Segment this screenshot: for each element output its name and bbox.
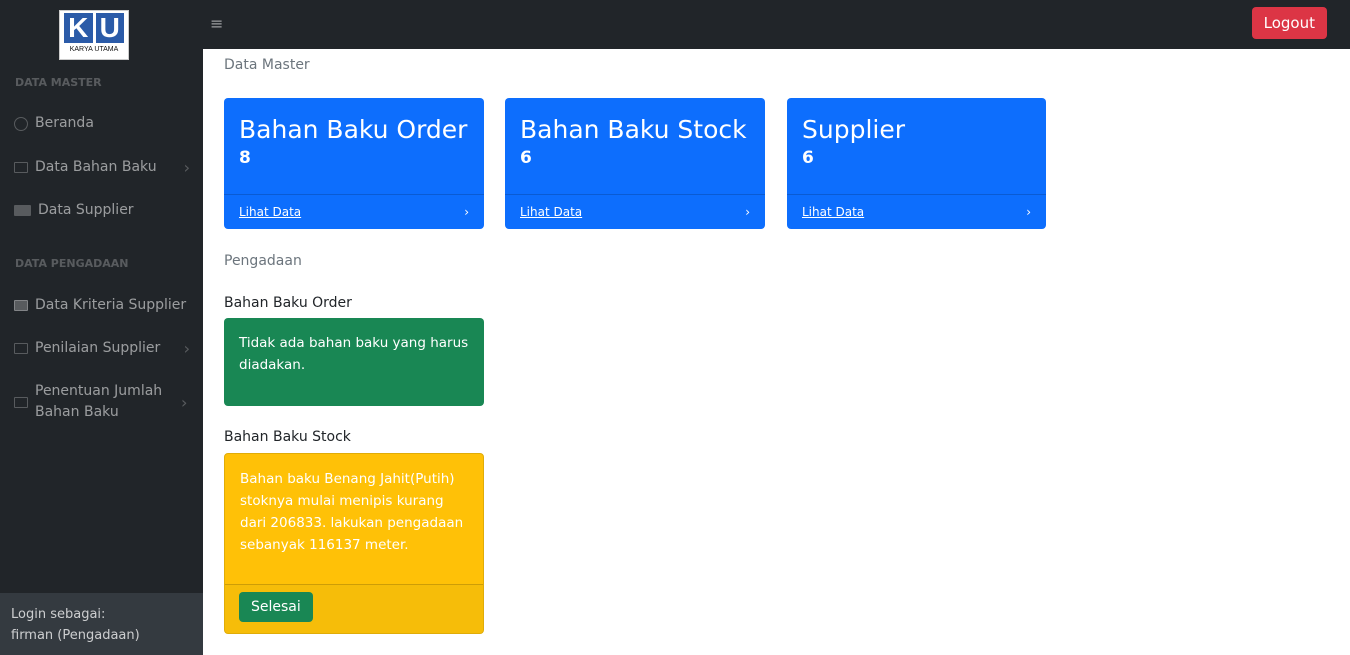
card-bahan-baku-order: Bahan Baku Order 8 Lihat Data ›	[224, 98, 484, 229]
view-data-link[interactable]: Lihat Data	[802, 205, 864, 219]
section-title: Data Master	[224, 57, 310, 73]
view-data-link[interactable]: Lihat Data	[239, 205, 301, 219]
logout-button[interactable]: Logout	[1251, 7, 1327, 39]
columns-icon	[14, 396, 28, 408]
sidebar-item-penilaian-supplier[interactable]: Penilaian Supplier ›	[14, 338, 190, 359]
chevron-right-icon[interactable]: ›	[1026, 205, 1031, 219]
card-title: Bahan Baku Stock	[520, 115, 747, 144]
view-data-link[interactable]: Lihat Data	[520, 205, 582, 219]
logo[interactable]: KU KARYA UTAMA	[59, 10, 129, 60]
sidebar: KU KARYA UTAMA DATA MASTER Beranda Data …	[0, 0, 203, 655]
login-label: Login sebagai:	[11, 607, 106, 622]
chevron-right-icon[interactable]: ›	[464, 205, 469, 219]
label: Penentuan Jumlah Bahan Baku	[35, 383, 163, 420]
sidebar-item-data-bahan-baku[interactable]: Data Bahan Baku ›	[14, 157, 190, 178]
menu-toggle-icon[interactable]: ≡	[210, 14, 223, 33]
order-alert: Tidak ada bahan baku yang harus diadakan…	[224, 318, 484, 406]
columns-icon	[14, 343, 28, 354]
stock-alert: Bahan baku Benang Jahit(Putih) stoknya m…	[224, 453, 484, 634]
stock-alert-text: Bahan baku Benang Jahit(Putih) stoknya m…	[240, 471, 464, 553]
logo-caption: KARYA UTAMA	[69, 46, 119, 53]
columns-icon	[14, 162, 28, 173]
label: Data Bahan Baku	[35, 159, 157, 175]
card-count: 8	[239, 148, 251, 168]
section-title: Pengadaan	[224, 253, 302, 269]
label: Penilaian Supplier	[35, 340, 161, 356]
sidebar-item-data-kriteria-supplier[interactable]: Data Kriteria Supplier	[14, 295, 190, 316]
label: Data Supplier	[38, 202, 134, 218]
stock-subtitle: Bahan Baku Stock	[224, 429, 351, 445]
card-count: 6	[802, 148, 814, 168]
chevron-right-icon: ›	[183, 158, 190, 177]
truck-icon	[14, 205, 31, 216]
order-subtitle: Bahan Baku Order	[224, 295, 352, 311]
login-info: Login sebagai: firman (Pengadaan)	[0, 593, 203, 655]
chevron-right-icon[interactable]: ›	[745, 205, 750, 219]
card-title: Bahan Baku Order	[239, 115, 468, 144]
sidebar-item-beranda[interactable]: Beranda	[14, 113, 190, 134]
sidebar-item-penentuan-jumlah[interactable]: Penentuan Jumlah Bahan Baku ›	[14, 381, 190, 423]
sidebar-heading: DATA PENGADAAN	[15, 257, 129, 270]
done-button[interactable]: Selesai	[239, 592, 313, 622]
chevron-right-icon: ›	[181, 392, 188, 412]
card-title: Supplier	[802, 115, 906, 144]
card-bahan-baku-stock: Bahan Baku Stock 6 Lihat Data ›	[505, 98, 765, 229]
dashboard-icon	[14, 116, 28, 131]
chevron-right-icon: ›	[183, 339, 190, 358]
sidebar-heading: DATA MASTER	[15, 76, 102, 89]
sidebar-item-data-supplier[interactable]: Data Supplier	[14, 200, 190, 221]
card-count: 6	[520, 148, 532, 168]
label: Beranda	[35, 115, 94, 131]
table-icon	[14, 300, 28, 311]
card-supplier: Supplier 6 Lihat Data ›	[787, 98, 1046, 229]
login-user: firman (Pengadaan)	[11, 628, 140, 643]
label: Data Kriteria Supplier	[35, 297, 187, 313]
